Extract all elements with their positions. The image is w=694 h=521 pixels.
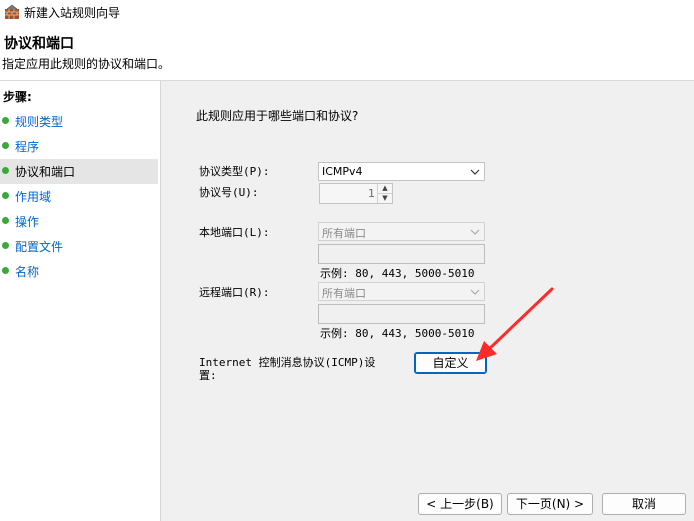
remote-port-input[interactable]: [318, 304, 485, 324]
back-button[interactable]: < 上一步(B): [418, 493, 502, 515]
local-port-example: 示例: 80, 443, 5000-5010: [320, 267, 475, 280]
protocol-type-label: 协议类型(P):: [199, 165, 270, 178]
step-program[interactable]: 程序: [0, 134, 158, 159]
icmp-settings-label: Internet 控制消息协议(ICMP)设: [199, 356, 376, 369]
window-title: 新建入站规则向导: [24, 6, 121, 20]
cancel-button[interactable]: 取消: [602, 493, 686, 515]
local-port-label: 本地端口(L):: [199, 226, 270, 239]
local-port-input[interactable]: [318, 244, 485, 264]
page-subtitle: 指定应用此规则的协议和端口。: [2, 57, 171, 71]
step-scope[interactable]: 作用域: [0, 184, 158, 209]
remote-port-value: 所有端口: [322, 287, 366, 300]
firewall-brick-icon: [5, 4, 19, 19]
protocol-number-label: 协议号(U):: [199, 186, 259, 199]
page-title: 协议和端口: [4, 36, 74, 52]
stepper-buttons: ▲ ▼: [377, 184, 392, 203]
local-port-select[interactable]: 所有端口: [318, 222, 485, 241]
step-dot-icon: [2, 142, 9, 149]
protocol-type-value: ICMPv4: [322, 165, 363, 178]
step-rule-type[interactable]: 规则类型: [0, 109, 158, 134]
main-content: 此规则应用于哪些端口和协议? 协议类型(P): ICMPv4 协议号(U): 1…: [161, 81, 694, 521]
step-action[interactable]: 操作: [0, 209, 158, 234]
local-port-value: 所有端口: [322, 227, 366, 240]
step-protocol-and-ports[interactable]: 协议和端口: [0, 159, 158, 184]
icmp-settings-label-cont: 置:: [199, 369, 217, 382]
step-dot-icon: [2, 192, 9, 199]
chevron-down-icon: [470, 289, 480, 295]
protocol-number-stepper[interactable]: 1 ▲ ▼: [319, 183, 393, 204]
customize-button[interactable]: 自定义: [414, 352, 487, 374]
remote-port-example: 示例: 80, 443, 5000-5010: [320, 327, 475, 340]
steps-heading: 步骤:: [3, 90, 32, 104]
remote-port-select[interactable]: 所有端口: [318, 282, 485, 301]
step-label: 操作: [15, 215, 40, 229]
chevron-down-icon: [470, 229, 480, 235]
protocol-type-select[interactable]: ICMPv4: [318, 162, 485, 181]
chevron-down-icon: [470, 169, 480, 175]
step-dot-icon: [2, 217, 9, 224]
step-profile[interactable]: 配置文件: [0, 234, 158, 259]
step-label: 作用域: [15, 190, 52, 204]
step-dot-icon: [2, 242, 9, 249]
step-dot-icon: [2, 267, 9, 274]
step-label: 名称: [15, 265, 40, 279]
step-dot-icon: [2, 117, 9, 124]
question-text: 此规则应用于哪些端口和协议?: [196, 109, 359, 123]
next-button[interactable]: 下一页(N) >: [507, 493, 593, 515]
step-dot-icon: [2, 167, 9, 174]
stepper-down-icon[interactable]: ▼: [378, 194, 392, 203]
title-bar: 新建入站规则向导: [0, 0, 694, 24]
step-label: 配置文件: [15, 240, 64, 254]
remote-port-label: 远程端口(R):: [199, 286, 270, 299]
step-name[interactable]: 名称: [0, 259, 158, 284]
protocol-number-value: 1: [368, 187, 375, 200]
wizard-header: 协议和端口 指定应用此规则的协议和端口。: [0, 24, 694, 81]
step-label: 规则类型: [15, 115, 64, 129]
step-label: 协议和端口: [15, 165, 76, 179]
steps-sidebar: 步骤: 规则类型 程序 协议和端口 作用域 操作 配置文件 名称: [0, 81, 161, 521]
stepper-up-icon[interactable]: ▲: [378, 184, 392, 194]
step-label: 程序: [15, 140, 40, 154]
